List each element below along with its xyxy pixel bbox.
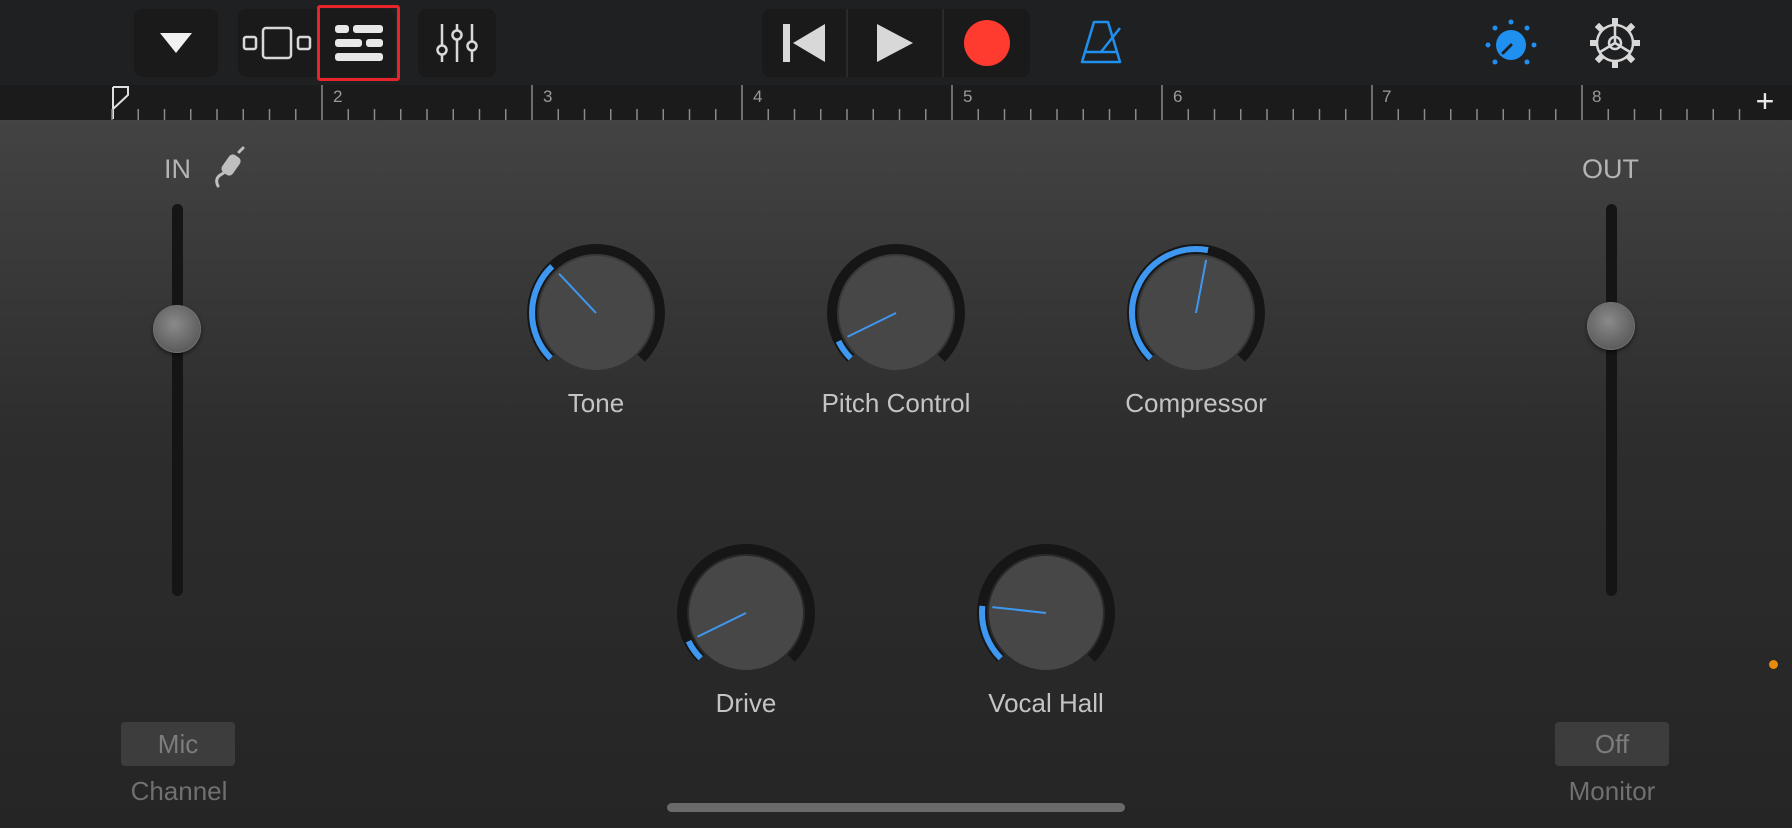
bar-number: 8 <box>1592 87 1602 106</box>
sliders-icon <box>436 24 478 62</box>
view-toggle-group <box>238 5 400 81</box>
tracks-view-button[interactable] <box>238 9 316 77</box>
monitor-button[interactable]: Off <box>1555 722 1669 766</box>
input-level-thumb[interactable] <box>153 305 201 354</box>
transport-group <box>762 9 1030 77</box>
bar-number: 5 <box>963 87 973 106</box>
skip-back-icon <box>783 24 825 62</box>
gear-icon <box>1590 18 1640 68</box>
record-icon <box>964 20 1010 66</box>
triangle-down-icon <box>160 33 192 53</box>
controls-view-button[interactable] <box>317 5 400 81</box>
monitor-caption: Monitor <box>1568 776 1656 806</box>
bar-number: 3 <box>543 87 553 106</box>
volume-knob-icon <box>1485 19 1537 65</box>
knob-label: Compressor <box>1125 388 1267 418</box>
knob-pitch-control[interactable] <box>821 238 971 388</box>
knob-label: Vocal Hall <box>988 688 1104 718</box>
dropdown-button[interactable] <box>134 9 218 77</box>
record-button[interactable] <box>944 9 1030 77</box>
status-dot <box>1769 660 1778 669</box>
input-jack-button[interactable] <box>212 146 248 190</box>
ruler-ticks <box>111 85 1741 120</box>
bar-number: 2 <box>333 87 343 106</box>
home-indicator[interactable] <box>667 803 1125 812</box>
input-jack-icon <box>215 146 245 188</box>
channel-caption: Channel <box>130 776 228 806</box>
master-volume-button[interactable] <box>1484 18 1538 72</box>
knob-label: Drive <box>715 688 777 718</box>
play-button[interactable] <box>848 9 944 77</box>
controls-view-icon <box>334 25 383 61</box>
instrument-controls-panel: IN Mic Channel OUT Off Monitor Tone Pitch… <box>0 120 1792 828</box>
knob-vocal-hall[interactable] <box>971 538 1121 688</box>
add-section-button[interactable]: + <box>1750 85 1780 117</box>
metronome-icon <box>1080 20 1122 64</box>
bar-number: 7 <box>1382 87 1392 106</box>
bar-number: 4 <box>753 87 763 106</box>
input-level-track[interactable] <box>172 204 183 596</box>
tracks-view-icon <box>242 26 312 60</box>
knob-label: Pitch Control <box>821 388 971 418</box>
settings-button[interactable] <box>1588 16 1642 70</box>
channel-button[interactable]: Mic <box>121 722 235 766</box>
play-icon <box>877 24 913 62</box>
playhead-start-marker <box>112 86 129 119</box>
input-label: IN <box>164 154 191 184</box>
metronome-button[interactable] <box>1076 18 1126 68</box>
toolbar <box>0 0 1792 85</box>
knob-drive[interactable] <box>671 538 821 688</box>
knob-label: Tone <box>567 388 625 418</box>
output-label: OUT <box>1582 154 1639 184</box>
timeline-ruler[interactable]: 2 3 4 5 6 7 8 <box>0 85 1792 120</box>
rewind-button[interactable] <box>762 9 848 77</box>
knob-tone[interactable] <box>521 238 671 388</box>
mixer-button[interactable] <box>418 9 496 77</box>
bar-number: 6 <box>1173 87 1183 106</box>
knob-compressor[interactable] <box>1121 238 1271 388</box>
output-level-track[interactable] <box>1606 204 1617 596</box>
output-level-thumb[interactable] <box>1587 301 1635 350</box>
